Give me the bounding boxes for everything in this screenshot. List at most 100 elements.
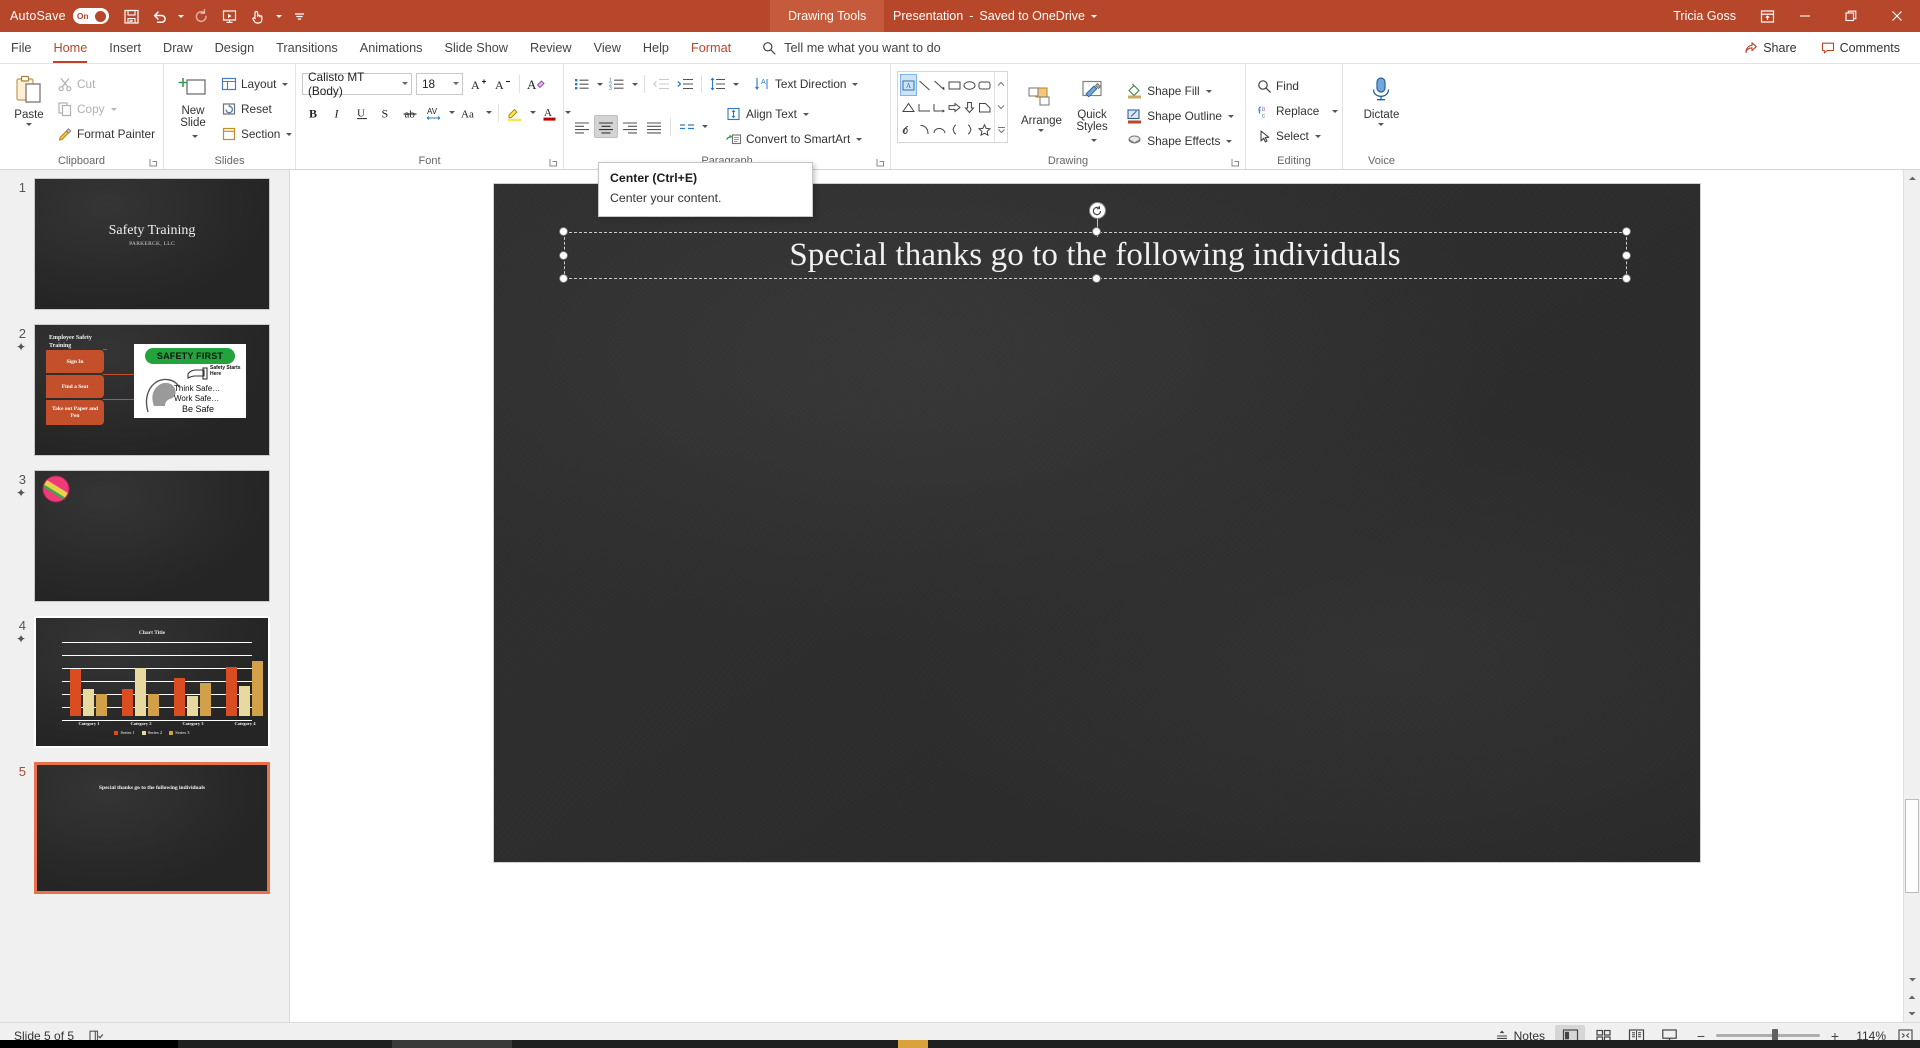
arrange-button[interactable]: Arrange bbox=[1018, 83, 1065, 135]
vertical-scrollbar[interactable] bbox=[1903, 170, 1920, 1022]
shapes-gallery-scroll-up[interactable] bbox=[995, 72, 1007, 95]
previous-slide-icon[interactable] bbox=[1907, 993, 1917, 1001]
convert-to-smartart-dropdown-arrow[interactable] bbox=[856, 137, 863, 141]
resize-handle-middle-right[interactable] bbox=[1621, 251, 1631, 260]
shape-oval[interactable] bbox=[962, 74, 977, 96]
copy-button[interactable]: Copy bbox=[52, 97, 160, 121]
replace-dropdown-arrow[interactable] bbox=[1332, 109, 1339, 113]
tab-home[interactable]: Home bbox=[42, 32, 98, 63]
tab-file[interactable]: File bbox=[0, 32, 42, 63]
scroll-up-button[interactable] bbox=[1904, 170, 1920, 187]
numbering-icon[interactable]: 123 bbox=[605, 73, 629, 96]
title-placeholder[interactable]: Special thanks go to the following indiv… bbox=[563, 232, 1627, 279]
shape-outline-dropdown-arrow[interactable] bbox=[1228, 114, 1234, 118]
tab-transitions[interactable]: Transitions bbox=[265, 32, 349, 63]
select-dropdown-arrow[interactable] bbox=[1314, 134, 1321, 138]
text-highlight-color-icon[interactable] bbox=[503, 101, 527, 124]
thumbnail-slide-4[interactable]: Chart Title Category 1 Category 2 Catego… bbox=[34, 616, 270, 748]
shape-text-box[interactable]: A bbox=[900, 74, 917, 96]
font-size-combobox[interactable]: 18 bbox=[416, 72, 463, 95]
align-left-icon[interactable] bbox=[570, 115, 594, 138]
resize-handle-top-right[interactable] bbox=[1621, 227, 1631, 236]
shape-outline-button[interactable]: Shape Outline bbox=[1121, 104, 1239, 128]
font-name-combobox[interactable]: Calisto MT (Body) bbox=[302, 70, 412, 98]
underline-icon[interactable]: U bbox=[350, 101, 374, 124]
change-case-icon[interactable]: Aa bbox=[457, 101, 483, 124]
layout-dropdown-arrow[interactable] bbox=[282, 82, 289, 86]
shape-rectangle[interactable] bbox=[947, 74, 962, 96]
touch-mode-icon[interactable] bbox=[245, 3, 271, 29]
align-text-dropdown-arrow[interactable] bbox=[802, 112, 809, 116]
text-direction-button[interactable]: A Text Direction bbox=[749, 72, 863, 96]
tab-animations[interactable]: Animations bbox=[349, 32, 434, 63]
quick-styles-dropdown-arrow[interactable] bbox=[1090, 139, 1097, 142]
shape-line[interactable] bbox=[917, 74, 932, 96]
shape-effects-dropdown-arrow[interactable] bbox=[1226, 139, 1233, 143]
restore-button[interactable] bbox=[1828, 0, 1874, 32]
replace-button[interactable]: bc Replace bbox=[1252, 99, 1343, 123]
bullets-icon[interactable] bbox=[570, 73, 594, 96]
shape-right-brace[interactable] bbox=[962, 118, 977, 140]
shape-fill-button[interactable]: Shape Fill bbox=[1121, 79, 1239, 103]
clear-formatting-icon[interactable]: A bbox=[524, 72, 548, 95]
section-button[interactable]: Section bbox=[216, 122, 297, 146]
tell-me-search[interactable]: Tell me what you want to do bbox=[762, 32, 941, 63]
resize-handle-middle-left[interactable] bbox=[558, 251, 568, 260]
line-spacing-icon[interactable] bbox=[706, 73, 730, 96]
shape-effects-button[interactable]: Shape Effects bbox=[1121, 129, 1239, 153]
align-text-button[interactable]: Align Text bbox=[720, 102, 867, 126]
text-shadow-icon[interactable]: S bbox=[374, 101, 398, 124]
tab-format[interactable]: Format bbox=[680, 32, 742, 63]
thumbnail-item-4[interactable]: 4 ✦ Chart Title Category 1 Category 2 Ca… bbox=[0, 616, 289, 762]
save-icon[interactable] bbox=[119, 3, 145, 29]
font-color-icon[interactable]: A bbox=[538, 101, 562, 124]
shape-elbow-arrow-connector[interactable] bbox=[932, 96, 947, 118]
start-from-beginning-icon[interactable] bbox=[217, 3, 243, 29]
shape-rounded-rectangle[interactable] bbox=[977, 74, 992, 96]
bold-icon[interactable]: B bbox=[302, 101, 326, 124]
shape-star[interactable] bbox=[977, 118, 992, 140]
slide-canvas[interactable]: Special thanks go to the following indiv… bbox=[493, 184, 1700, 862]
thumbnail-item-1[interactable]: 1 Safety Training PARKERCK, LLC bbox=[0, 178, 289, 324]
scrollbar-thumb[interactable] bbox=[1905, 798, 1919, 893]
scroll-down-button[interactable] bbox=[1904, 971, 1920, 988]
reset-button[interactable]: Reset bbox=[216, 97, 297, 121]
slide-nav-buttons[interactable] bbox=[1904, 988, 1920, 1022]
font-size-dropdown-arrow[interactable] bbox=[453, 82, 459, 85]
undo-icon[interactable] bbox=[147, 3, 173, 29]
numbering-dropdown-arrow[interactable] bbox=[629, 73, 640, 96]
shape-folded-corner[interactable] bbox=[977, 96, 992, 118]
shapes-gallery[interactable]: A bbox=[897, 71, 1008, 143]
arrange-dropdown-arrow[interactable] bbox=[1038, 129, 1045, 132]
resize-handle-bottom-right[interactable] bbox=[1621, 274, 1631, 283]
align-center-icon[interactable] bbox=[594, 115, 618, 138]
thumbnail-item-5[interactable]: 5 Special thanks go to the following ind… bbox=[0, 762, 289, 908]
undo-dropdown-arrow[interactable] bbox=[175, 3, 187, 29]
resize-handle-bottom-center[interactable] bbox=[1091, 274, 1101, 283]
thumbnail-slide-3[interactable] bbox=[34, 470, 270, 602]
thumbnail-slide-2[interactable]: Employee Safety Training Sign In Find a … bbox=[34, 324, 270, 456]
change-case-dropdown-arrow[interactable] bbox=[483, 101, 494, 124]
close-button[interactable] bbox=[1874, 0, 1920, 32]
shapes-gallery-more[interactable] bbox=[995, 119, 1007, 142]
tab-design[interactable]: Design bbox=[204, 32, 266, 63]
resize-handle-bottom-left[interactable] bbox=[558, 274, 568, 283]
format-painter-button[interactable]: Format Painter bbox=[52, 122, 160, 146]
rotation-handle[interactable] bbox=[1088, 202, 1106, 219]
paragraph-dialog-launcher-icon[interactable] bbox=[876, 158, 885, 167]
decrease-indent-icon[interactable] bbox=[649, 73, 673, 96]
touch-mode-dropdown-arrow[interactable] bbox=[273, 3, 285, 29]
strikethrough-icon[interactable]: ab bbox=[398, 101, 422, 124]
shape-elbow-connector[interactable] bbox=[917, 96, 932, 118]
drawing-dialog-launcher-icon[interactable] bbox=[1231, 158, 1240, 167]
shape-fill-dropdown-arrow[interactable] bbox=[1205, 89, 1212, 93]
scrollbar-track[interactable] bbox=[1904, 187, 1920, 971]
dictate-button[interactable]: Dictate bbox=[1358, 73, 1406, 129]
align-right-icon[interactable] bbox=[618, 115, 642, 138]
thumbnail-item-3[interactable]: 3 ✦ bbox=[0, 470, 289, 616]
shape-arrow[interactable] bbox=[932, 74, 947, 96]
line-spacing-dropdown-arrow[interactable] bbox=[730, 73, 741, 96]
shape-down-arrow[interactable] bbox=[962, 96, 977, 118]
shape-triangle[interactable] bbox=[900, 96, 917, 118]
font-name-dropdown-arrow[interactable] bbox=[402, 82, 408, 85]
